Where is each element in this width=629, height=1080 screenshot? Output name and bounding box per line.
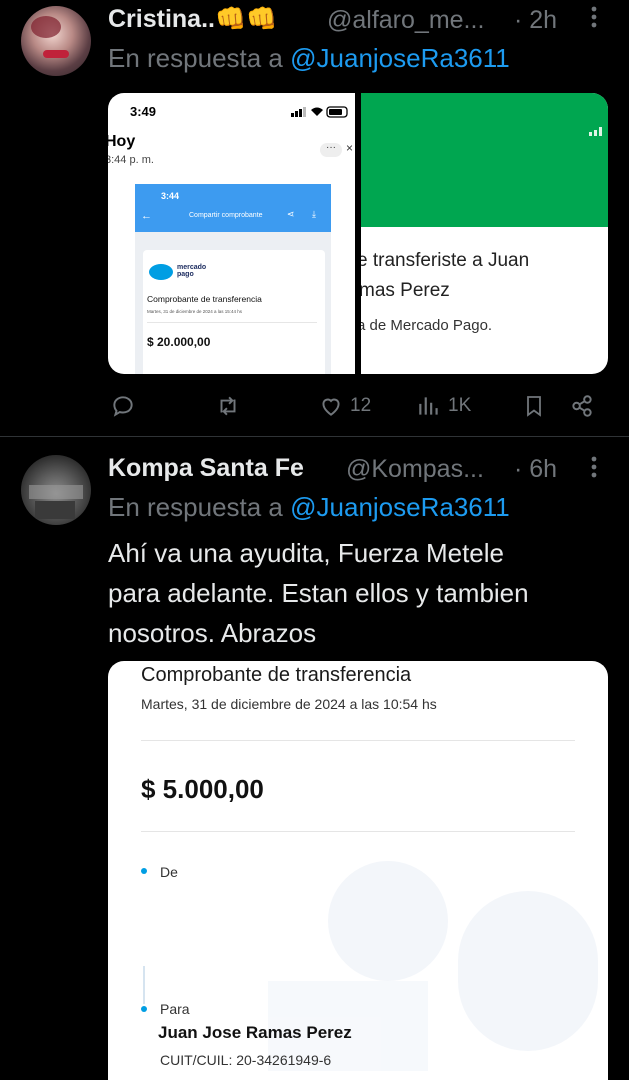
divider bbox=[0, 436, 629, 437]
inner-time: 3:44 bbox=[161, 191, 180, 201]
transfer-line3: a de Mercado Pago. bbox=[361, 317, 493, 334]
author-handle[interactable]: @Kompas... bbox=[346, 455, 484, 484]
transfer-line1: e transferiste a Juan bbox=[361, 250, 530, 271]
inner-download-icon: ⤓ bbox=[312, 209, 316, 219]
doc-amount: $ 20.000,00 bbox=[147, 335, 211, 349]
author-name[interactable]: Cristina..👊👊 bbox=[108, 5, 277, 34]
media-grid[interactable]: 3:49 Hoy 3:44 p. m. ··· × 3:44 ← Compart… bbox=[108, 93, 608, 374]
media-image-right[interactable]: e transferiste a Juan mas Perez a de Mer… bbox=[361, 93, 608, 374]
tweet-text: Ahí va una ayudita, Fuerza Metele para a… bbox=[108, 533, 623, 653]
inner-card: mercado pago Comprobante de transferenci… bbox=[143, 250, 325, 374]
share-icon bbox=[569, 393, 595, 419]
more-options-icon[interactable] bbox=[589, 452, 599, 489]
reply-prefix: En respuesta a bbox=[108, 43, 283, 73]
status-icons bbox=[291, 105, 351, 123]
brand-name: mercado pago bbox=[177, 264, 207, 278]
signal-icon bbox=[589, 123, 605, 141]
media-image[interactable]: Comprobante de transferencia Martes, 31 … bbox=[108, 661, 608, 1080]
media-image-left[interactable]: 3:49 Hoy 3:44 p. m. ··· × 3:44 ← Compart… bbox=[108, 93, 355, 374]
avatar[interactable] bbox=[21, 6, 91, 76]
doc-title: Comprobante de transferencia bbox=[147, 294, 262, 304]
share-button[interactable] bbox=[569, 393, 595, 419]
bookmark-icon bbox=[522, 393, 546, 419]
reply-button[interactable] bbox=[110, 393, 142, 419]
green-banner bbox=[361, 93, 608, 227]
inner-share-icon: ⋖ bbox=[287, 209, 295, 219]
receipt-date: Martes, 31 de diciembre de 2024 a las 10… bbox=[141, 696, 437, 712]
reply-icon bbox=[110, 393, 136, 419]
receipt-title: Comprobante de transferencia bbox=[141, 664, 412, 686]
doc-date: Martes, 31 de diciembre de 2024 a las 15… bbox=[147, 309, 243, 314]
timeline-dot bbox=[141, 868, 147, 874]
reply-to-link[interactable]: @JuanjoseRa3611 bbox=[290, 492, 510, 522]
views-button[interactable]: 1K bbox=[416, 393, 471, 419]
reply-context: En respuesta a @JuanjoseRa3611 bbox=[108, 492, 510, 523]
to-label: Para bbox=[160, 1001, 190, 1017]
retweet-button[interactable] bbox=[215, 393, 247, 419]
tweet-time[interactable]: · 2h bbox=[514, 6, 557, 35]
from-label: De bbox=[160, 864, 178, 880]
avatar[interactable] bbox=[21, 455, 91, 525]
timeline-line bbox=[143, 966, 145, 1004]
reply-to-link[interactable]: @JuanjoseRa3611 bbox=[290, 43, 510, 73]
to-name: Juan Jose Ramas Perez bbox=[158, 1023, 352, 1042]
author-name[interactable]: Kompa Santa Fe bbox=[108, 454, 304, 483]
inner-screenshot: 3:44 ← Compartir comprobante ⋖ ⤓ mercado… bbox=[135, 184, 331, 374]
timeline-dot bbox=[141, 1006, 147, 1012]
ellipsis-icon: ··· bbox=[320, 143, 342, 157]
mercado-pago-logo bbox=[149, 264, 173, 280]
status-time: 3:49 bbox=[130, 104, 157, 119]
watermark bbox=[268, 861, 608, 1080]
author-handle[interactable]: @alfaro_me... bbox=[327, 6, 484, 35]
views-count: 1K bbox=[448, 395, 472, 416]
inner-header: 3:44 ← Compartir comprobante ⋖ ⤓ bbox=[135, 184, 331, 232]
close-icon: × bbox=[346, 141, 354, 155]
tweet-text-line: nosotros. Abrazos bbox=[108, 618, 317, 648]
receipt-amount: $ 5.000,00 bbox=[141, 774, 264, 804]
divider bbox=[141, 831, 575, 832]
more-options-icon[interactable] bbox=[589, 2, 599, 39]
like-button[interactable]: 12 bbox=[318, 393, 371, 419]
retweet-icon bbox=[215, 393, 241, 419]
views-icon bbox=[416, 393, 442, 419]
inner-title: Compartir comprobante bbox=[189, 212, 263, 219]
hoy-time: 3:44 p. m. bbox=[108, 154, 154, 166]
reply-prefix: En respuesta a bbox=[108, 492, 283, 522]
cuit: CUIT/CUIL: 20-34261949-6 bbox=[160, 1052, 332, 1068]
tweet-text-line: Ahí va una ayudita, Fuerza Metele bbox=[108, 538, 505, 568]
inner-back-icon: ← bbox=[141, 210, 152, 222]
heart-icon bbox=[318, 393, 344, 419]
like-count: 12 bbox=[350, 395, 372, 416]
bookmark-button[interactable] bbox=[522, 393, 546, 419]
transfer-line2: mas Perez bbox=[361, 280, 450, 301]
divider bbox=[141, 740, 575, 741]
hoy-label: Hoy bbox=[108, 133, 136, 150]
tweet-text-line: para adelante. Estan ellos y tambien bbox=[108, 578, 529, 608]
tweet-time[interactable]: · 6h bbox=[514, 455, 557, 484]
reply-context: En respuesta a @JuanjoseRa3611 bbox=[108, 43, 510, 74]
